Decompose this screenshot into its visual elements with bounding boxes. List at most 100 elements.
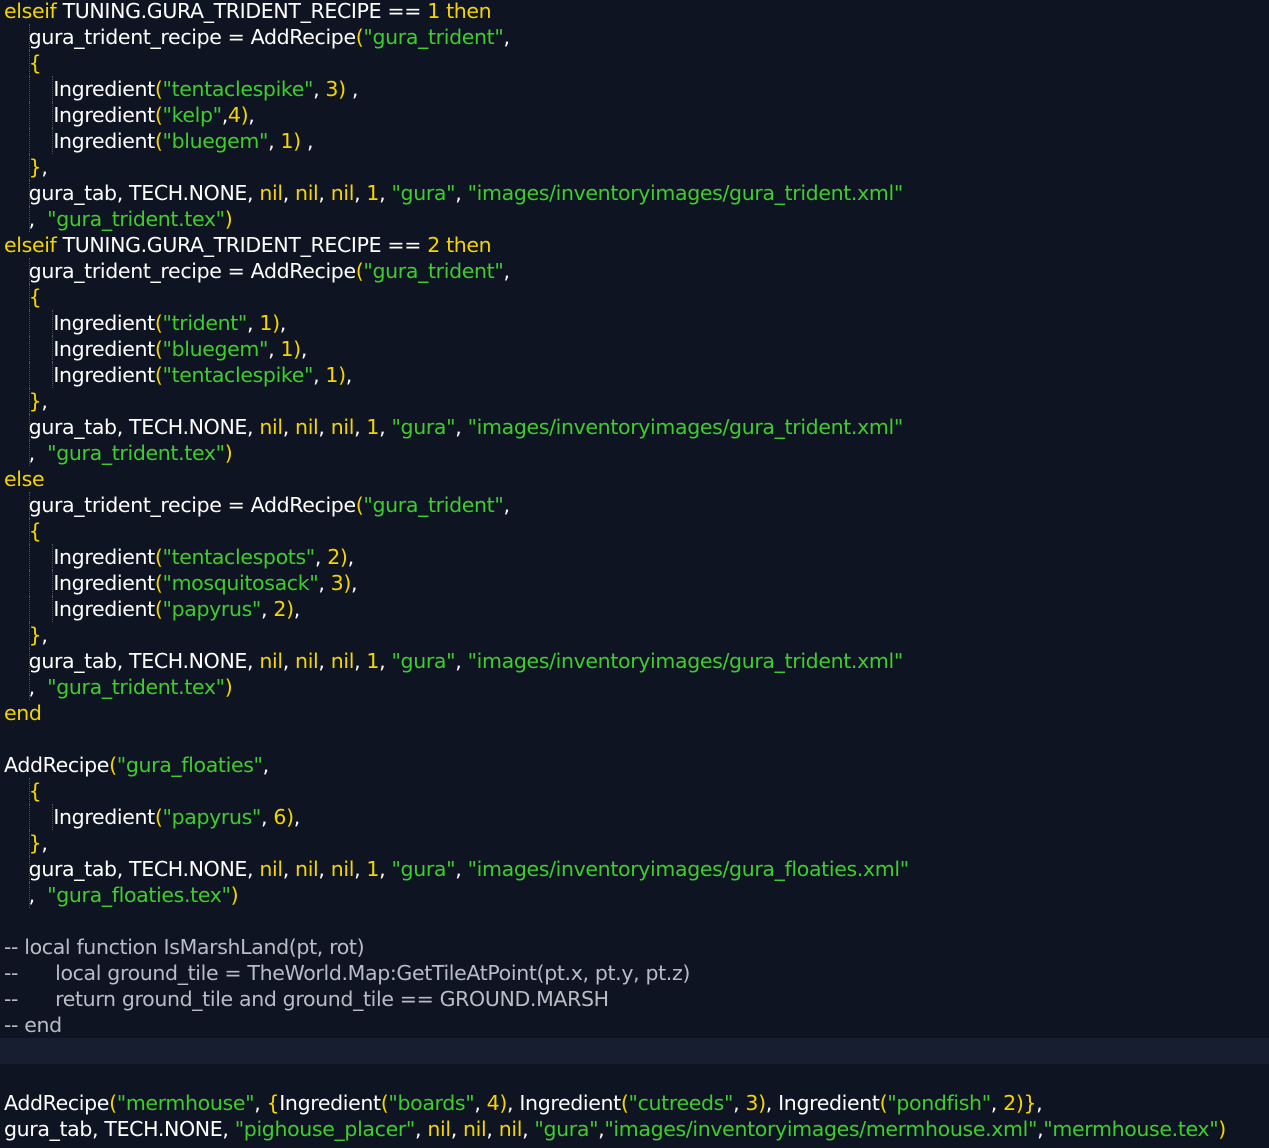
code-line[interactable]: { <box>0 284 1269 310</box>
indent-guide <box>29 570 31 596</box>
code-token-plain: Ingredient <box>4 77 155 101</box>
code-line[interactable]: { <box>0 778 1269 804</box>
code-token-string: "images/inventoryimages/gura_trident.xml… <box>467 649 904 673</box>
code-token-plain: , <box>733 1091 746 1115</box>
code-line[interactable]: Ingredient("kelp",4), <box>0 102 1269 128</box>
code-token-plain: , Ingredient <box>765 1091 880 1115</box>
indent-guide <box>29 414 31 440</box>
code-line[interactable]: gura_tab, TECH.NONE, nil, nil, nil, 1, "… <box>0 856 1269 882</box>
code-token-plain: , <box>474 1091 487 1115</box>
code-token-plain: , <box>41 389 48 413</box>
code-token-plain: , <box>379 415 392 439</box>
code-line[interactable]: Ingredient("tentaclespike", 3) , <box>0 76 1269 102</box>
code-token-plain: , <box>318 571 331 595</box>
indent-guide <box>29 102 31 128</box>
code-line[interactable]: -- end <box>0 1012 1269 1038</box>
code-token-string: "pondfish" <box>887 1091 991 1115</box>
code-token-plain: gura_tab, TECH.NONE, <box>4 857 260 881</box>
code-token-nil: nil <box>295 649 319 673</box>
code-line[interactable]: , "gura_trident.tex") <box>0 674 1269 700</box>
code-line[interactable]: Ingredient("tentaclespike", 1), <box>0 362 1269 388</box>
indent-guide <box>29 830 31 856</box>
code-line[interactable] <box>0 726 1269 752</box>
code-token-string: "images/inventoryimages/gura_floaties.xm… <box>467 857 910 881</box>
code-line[interactable]: gura_trident_recipe = AddRecipe("gura_tr… <box>0 24 1269 50</box>
code-line[interactable]: Ingredient("papyrus", 2), <box>0 596 1269 622</box>
code-token-nil: nil <box>330 415 355 439</box>
code-line[interactable]: Ingredient("mosquitosack", 3), <box>0 570 1269 596</box>
code-token-keyword: end <box>4 701 42 725</box>
code-token-plain: , <box>261 597 274 621</box>
code-token-plain: , <box>503 493 510 517</box>
code-line[interactable]: elseif TUNING.GURA_TRIDENT_RECIPE == 1 t… <box>0 0 1269 24</box>
code-token-punct: } <box>4 831 42 855</box>
code-token-plain: Ingredient <box>4 571 155 595</box>
code-token-punct: )} <box>1015 1091 1037 1115</box>
code-line[interactable]: gura_tab, TECH.NONE, nil, nil, nil, 1, "… <box>0 180 1269 206</box>
code-line[interactable] <box>0 908 1269 934</box>
code-line[interactable]: , "gura_trident.tex") <box>0 440 1269 466</box>
code-line[interactable]: gura_tab, TECH.NONE, nil, nil, nil, 1, "… <box>0 414 1269 440</box>
code-token-plain: , <box>268 129 281 153</box>
code-token-nil: nil <box>259 415 283 439</box>
code-line[interactable]: gura_tab, TECH.NONE, nil, nil, nil, 1, "… <box>0 648 1269 674</box>
code-line[interactable] <box>0 1064 1269 1090</box>
code-token-keyword: then <box>439 233 492 257</box>
code-token-plain: , <box>379 649 392 673</box>
code-token-plain: , <box>300 337 308 361</box>
code-line[interactable]: Ingredient("tentaclespots", 2), <box>0 544 1269 570</box>
indent-guide <box>52 128 54 154</box>
code-line[interactable]: Ingredient("bluegem", 1) , <box>0 128 1269 154</box>
code-token-plain: , <box>522 1117 535 1141</box>
code-token-number: 3 <box>745 1091 759 1115</box>
code-token-plain: Ingredient <box>4 597 155 621</box>
code-editor[interactable]: elseif TUNING.GURA_TRIDENT_RECIPE == 1 t… <box>0 0 1269 1148</box>
code-line[interactable]: Ingredient("papyrus", 6), <box>0 804 1269 830</box>
code-line[interactable]: AddRecipe("mermhouse", {Ingredient("boar… <box>0 1090 1269 1116</box>
code-line[interactable]: -- local function IsMarshLand(pt, rot) <box>0 934 1269 960</box>
code-line[interactable]: }, <box>0 622 1269 648</box>
code-token-punct: ) <box>224 207 233 231</box>
code-token-plain: , <box>345 363 353 387</box>
code-token-nil: nil <box>295 415 319 439</box>
code-line[interactable]: else <box>0 466 1269 492</box>
code-line[interactable]: gura_tab, TECH.NONE, "pighouse_placer", … <box>0 1116 1269 1142</box>
indent-guide <box>29 206 31 232</box>
code-token-number: 1 <box>280 337 294 361</box>
code-line[interactable]: { <box>0 50 1269 76</box>
code-line[interactable]: end <box>0 700 1269 726</box>
code-token-number: 2 <box>327 545 340 569</box>
code-line[interactable]: -- local ground_tile = TheWorld.Map:GetT… <box>0 960 1269 986</box>
code-line[interactable]: elseif TUNING.GURA_TRIDENT_RECIPE == 2 t… <box>0 232 1269 258</box>
code-line[interactable]: }, <box>0 388 1269 414</box>
code-token-plain: , <box>990 1091 1004 1115</box>
indent-guide <box>52 310 54 336</box>
code-token-plain: , <box>379 181 392 205</box>
code-token-plain: AddRecipe <box>4 1091 110 1115</box>
code-line[interactable]: , "gura_trident.tex") <box>0 206 1269 232</box>
code-line[interactable]: }, <box>0 830 1269 856</box>
code-token-string: "tentaclespots" <box>162 545 315 569</box>
code-line[interactable]: , "gura_floaties.tex") <box>0 882 1269 908</box>
code-line[interactable]: }, <box>0 154 1269 180</box>
code-line[interactable]: -- return ground_tile and ground_tile ==… <box>0 986 1269 1012</box>
code-token-string: "cutreeds" <box>628 1091 734 1115</box>
code-token-number: 1 <box>366 181 380 205</box>
code-token-plain: , <box>4 441 48 465</box>
code-token-plain: , <box>354 181 367 205</box>
code-token-plain: , <box>4 675 48 699</box>
code-token-plain: , <box>300 129 314 153</box>
code-token-number: 1 <box>366 857 380 881</box>
code-token-number: 1 <box>421 0 440 23</box>
code-line[interactable]: gura_trident_recipe = AddRecipe("gura_tr… <box>0 258 1269 284</box>
code-token-string: "gura_trident.tex" <box>47 441 225 465</box>
code-line[interactable]: Ingredient("bluegem", 1), <box>0 336 1269 362</box>
code-line[interactable]: AddRecipe("gura_floaties", <box>0 752 1269 778</box>
code-line[interactable] <box>0 1038 1269 1064</box>
code-token-string: "pighouse_placer" <box>234 1117 416 1141</box>
indent-guide <box>29 128 31 154</box>
code-line[interactable]: { <box>0 518 1269 544</box>
code-line[interactable]: gura_trident_recipe = AddRecipe("gura_tr… <box>0 492 1269 518</box>
code-line[interactable]: Ingredient("trident", 1), <box>0 310 1269 336</box>
code-token-plain: , <box>415 1117 428 1141</box>
